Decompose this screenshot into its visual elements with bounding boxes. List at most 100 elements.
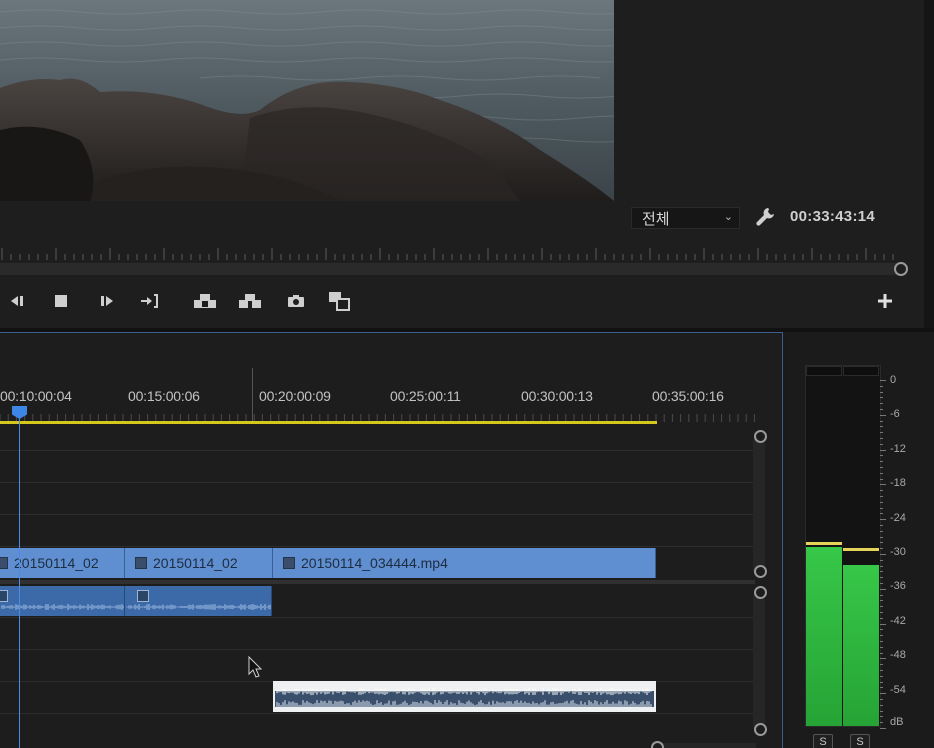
extract-button[interactable] bbox=[237, 290, 263, 312]
video-clip[interactable]: 20150114_034444.mp4 bbox=[273, 548, 656, 578]
clip-name: 20150114_02 bbox=[153, 555, 238, 571]
video-frame-image bbox=[0, 0, 614, 201]
scroll-handle-top[interactable] bbox=[754, 430, 767, 443]
db-label: -30 bbox=[890, 546, 906, 558]
stop-icon bbox=[55, 295, 67, 307]
db-tick bbox=[880, 548, 883, 550]
video-audio-split[interactable] bbox=[0, 580, 755, 584]
scroll-handle-bottom[interactable] bbox=[754, 565, 767, 578]
ruler-label: 00:35:00:16 bbox=[652, 388, 724, 404]
add-button[interactable] bbox=[874, 290, 896, 312]
chevron-down-icon: ⌄ bbox=[723, 211, 733, 223]
db-tick bbox=[880, 571, 883, 573]
db-tick bbox=[880, 728, 886, 729]
track-divider bbox=[0, 450, 755, 451]
db-tick bbox=[880, 583, 883, 584]
step-back-button[interactable] bbox=[6, 290, 28, 312]
db-tick bbox=[880, 455, 883, 457]
db-tick bbox=[880, 554, 886, 555]
scrub-ruler-ticks bbox=[1, 248, 894, 260]
db-tick bbox=[880, 646, 883, 648]
meter-db-scale: 0 -6 -12 -18 -24 -30 -36 -42 -48 -54 dB bbox=[880, 372, 920, 732]
comparison-view-button[interactable] bbox=[327, 290, 353, 312]
timeline-ruler[interactable]: 00:10:00:04 00:15:00:06 00:20:00:09 00:2… bbox=[0, 388, 760, 406]
program-timecode[interactable]: 00:33:43:14 bbox=[790, 208, 875, 225]
db-label: -54 bbox=[890, 684, 906, 696]
audio-clip[interactable] bbox=[125, 586, 272, 616]
scrub-bar[interactable] bbox=[0, 263, 900, 275]
scrub-end-handle[interactable] bbox=[894, 262, 908, 276]
comparison-view-icon bbox=[329, 292, 350, 311]
panel-border bbox=[924, 0, 934, 328]
horizontal-scrollbar[interactable] bbox=[660, 743, 756, 748]
db-tick bbox=[880, 652, 883, 654]
db-tick bbox=[880, 391, 883, 393]
db-tick bbox=[880, 722, 883, 724]
zoom-level-select[interactable]: 전체 ⌄ bbox=[631, 207, 740, 229]
db-tick bbox=[880, 710, 883, 712]
clip-name: 20150114_02 bbox=[14, 555, 99, 571]
db-tick bbox=[880, 420, 883, 422]
meter-peak-left bbox=[806, 542, 842, 546]
db-label: -48 bbox=[890, 649, 906, 661]
db-tick bbox=[880, 635, 883, 637]
clip-fx-icon bbox=[283, 557, 295, 569]
db-tick bbox=[880, 664, 883, 666]
clip-name: 20150114_034444.mp4 bbox=[301, 555, 448, 571]
audio-clip-selected[interactable] bbox=[273, 681, 656, 712]
db-tick bbox=[880, 577, 883, 579]
db-tick bbox=[880, 530, 883, 532]
mouse-cursor-icon bbox=[248, 656, 263, 678]
db-tick bbox=[880, 519, 886, 521]
db-tick bbox=[880, 542, 883, 544]
db-label: -18 bbox=[890, 477, 906, 489]
clip-fx-icon bbox=[135, 557, 147, 569]
db-tick bbox=[880, 432, 883, 434]
clip-indicator-right[interactable] bbox=[843, 366, 879, 376]
horizontal-scroll-handle[interactable] bbox=[651, 741, 664, 748]
db-tick bbox=[880, 525, 883, 526]
scroll-handle-top[interactable] bbox=[754, 586, 767, 599]
track-divider bbox=[0, 546, 755, 547]
db-tick bbox=[880, 641, 883, 642]
audio-waveform bbox=[276, 688, 652, 707]
db-tick bbox=[880, 501, 883, 503]
lift-button[interactable] bbox=[192, 290, 218, 312]
db-tick bbox=[880, 507, 883, 509]
playhead-line[interactable] bbox=[19, 412, 20, 748]
scroll-handle-bottom[interactable] bbox=[754, 723, 767, 736]
db-tick bbox=[880, 397, 883, 399]
audio-tracks-scrollbar[interactable] bbox=[753, 592, 765, 732]
db-tick bbox=[880, 472, 883, 474]
solo-right-button[interactable]: S bbox=[850, 734, 870, 748]
db-tick bbox=[880, 496, 883, 497]
go-to-out-button[interactable] bbox=[138, 290, 162, 312]
db-tick bbox=[880, 467, 883, 468]
audio-waveform bbox=[126, 604, 271, 610]
export-frame-button[interactable] bbox=[284, 290, 308, 312]
db-tick bbox=[880, 414, 886, 416]
plus-icon bbox=[878, 294, 892, 308]
step-forward-button[interactable] bbox=[95, 290, 119, 312]
video-tracks-scrollbar[interactable] bbox=[753, 436, 765, 576]
track-divider bbox=[0, 514, 755, 515]
video-clip[interactable]: 20150114_02 bbox=[125, 548, 273, 578]
stop-button[interactable] bbox=[51, 290, 71, 312]
db-label: dB bbox=[890, 716, 904, 728]
video-preview[interactable] bbox=[0, 0, 614, 201]
meter-level-left bbox=[806, 547, 842, 726]
db-label: -12 bbox=[890, 443, 906, 455]
lift-icon bbox=[194, 294, 216, 308]
work-area-bar[interactable] bbox=[0, 421, 657, 424]
track-divider bbox=[0, 482, 755, 483]
ruler-label: 00:15:00:06 bbox=[128, 388, 200, 404]
db-tick bbox=[880, 380, 886, 381]
clip-indicator-left[interactable] bbox=[806, 366, 842, 376]
solo-left-button[interactable]: S bbox=[813, 734, 833, 748]
db-tick bbox=[880, 623, 886, 625]
db-tick bbox=[880, 409, 883, 410]
db-tick bbox=[880, 675, 883, 677]
db-tick bbox=[880, 461, 883, 463]
wrench-icon[interactable] bbox=[754, 206, 776, 228]
db-label: -6 bbox=[890, 408, 900, 420]
